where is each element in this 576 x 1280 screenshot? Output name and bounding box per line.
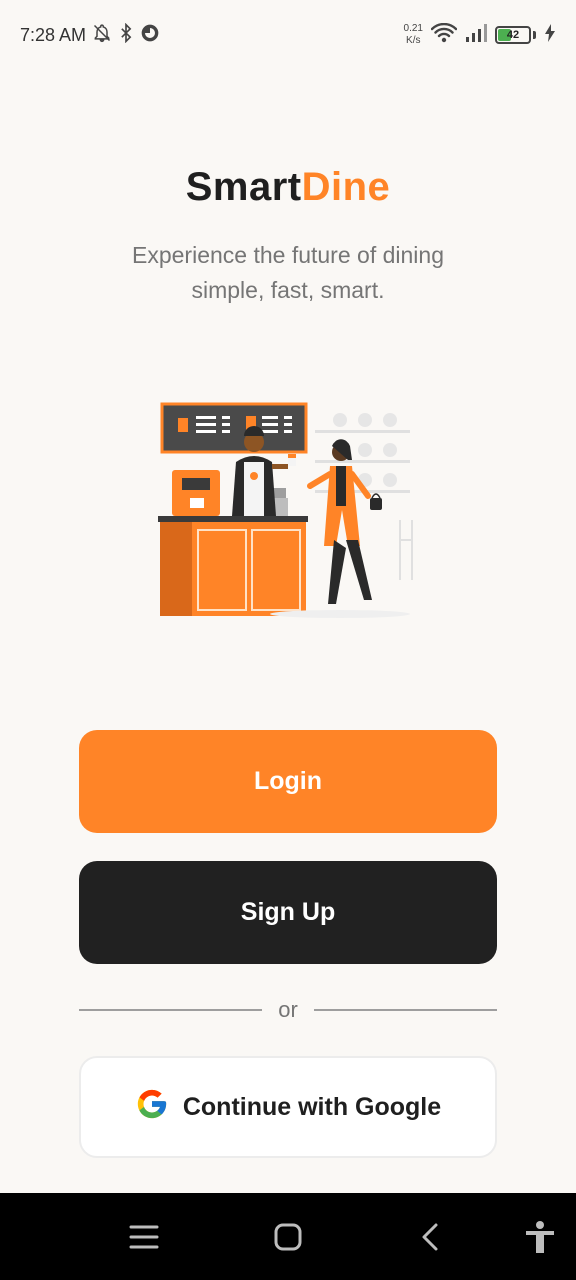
- alarm-off-icon: [92, 23, 112, 48]
- cafe-barista-illustration: [150, 390, 430, 630]
- google-signin-button[interactable]: Continue with Google: [79, 1056, 497, 1158]
- bluetooth-icon: [118, 22, 134, 48]
- tagline-line2: simple, fast, smart.: [191, 277, 385, 303]
- tagline: Experience the future of dining simple, …: [0, 238, 576, 308]
- app-title: SmartDine: [0, 165, 576, 210]
- wifi-icon: [430, 22, 458, 48]
- app-title-part2: Dine: [301, 165, 391, 209]
- status-time: 7:28 AM: [20, 24, 87, 45]
- login-button-label: Login: [253, 767, 323, 795]
- accessibility-icon[interactable]: [522, 1219, 558, 1255]
- divider-line-right: [313, 1009, 497, 1011]
- divider-line-left: [79, 1009, 263, 1011]
- app-title-part1: Smart: [185, 165, 302, 209]
- status-bar: 7:28 AM 0.21 K/s 42: [0, 0, 576, 70]
- signup-button[interactable]: Sign Up: [79, 861, 497, 964]
- signup-button-label: Sign Up: [240, 898, 336, 926]
- battery-level: 42: [506, 29, 520, 41]
- menu-icon[interactable]: [126, 1219, 162, 1255]
- signal-icon: [465, 23, 487, 48]
- app-notification-icon: [140, 23, 160, 48]
- network-speed: 0.21 K/s: [404, 23, 423, 47]
- google-button-label: Continue with Google: [182, 1092, 442, 1121]
- tagline-line1: Experience the future of dining: [132, 242, 444, 268]
- charging-icon: [544, 23, 556, 48]
- status-right: 0.21 K/s 42: [404, 22, 556, 48]
- system-nav-bar: [0, 1193, 576, 1280]
- back-icon[interactable]: [414, 1219, 450, 1255]
- google-icon: [135, 1087, 169, 1128]
- divider-label: or: [278, 997, 298, 1022]
- or-divider: or: [79, 993, 497, 1027]
- battery-icon: 42: [495, 26, 531, 44]
- status-left: 7:28 AM: [20, 22, 160, 48]
- login-button[interactable]: Login: [79, 730, 497, 833]
- network-speed-unit: K/s: [406, 35, 421, 46]
- network-speed-value: 0.21: [403, 23, 423, 34]
- home-icon[interactable]: [270, 1219, 306, 1255]
